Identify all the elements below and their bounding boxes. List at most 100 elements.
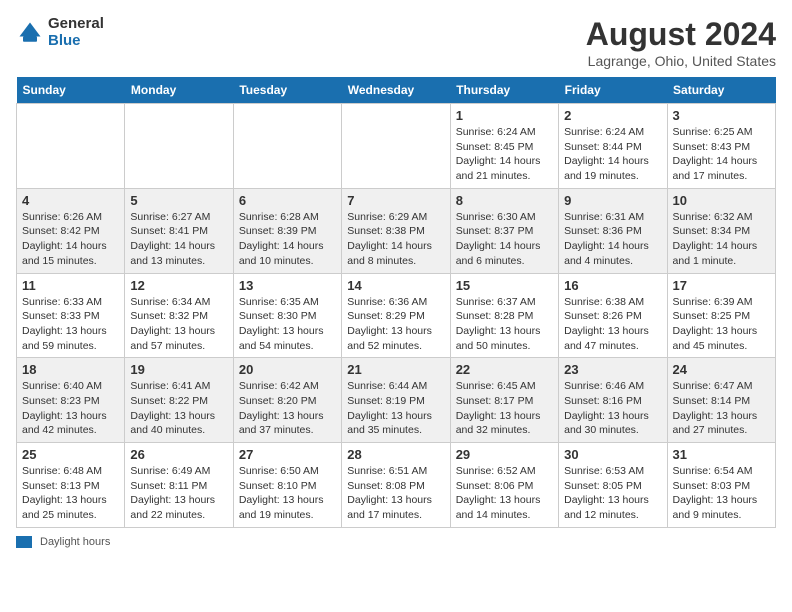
day-info: Sunrise: 6:36 AM Sunset: 8:29 PM Dayligh…	[347, 295, 444, 354]
calendar-table: SundayMondayTuesdayWednesdayThursdayFrid…	[16, 77, 776, 528]
legend: Daylight hours	[16, 536, 776, 548]
subtitle: Lagrange, Ohio, United States	[586, 53, 776, 69]
calendar-cell: 23 Sunrise: 6:46 AM Sunset: 8:16 PM Dayli…	[559, 358, 667, 443]
page-header: General Blue August 2024 Lagrange, Ohio,…	[16, 16, 776, 69]
day-info: Sunrise: 6:52 AM Sunset: 8:06 PM Dayligh…	[456, 464, 553, 523]
day-header-tuesday: Tuesday	[233, 77, 341, 104]
day-number: 21	[347, 362, 444, 377]
day-info: Sunrise: 6:35 AM Sunset: 8:30 PM Dayligh…	[239, 295, 336, 354]
calendar-cell: 9 Sunrise: 6:31 AM Sunset: 8:36 PM Daylig…	[559, 188, 667, 273]
day-info: Sunrise: 6:51 AM Sunset: 8:08 PM Dayligh…	[347, 464, 444, 523]
logo-icon	[16, 19, 44, 47]
day-info: Sunrise: 6:46 AM Sunset: 8:16 PM Dayligh…	[564, 379, 661, 438]
calendar-cell: 25Sunrise: 6:48 AM Sunset: 8:13 PM Dayli…	[17, 443, 125, 528]
calendar-cell: 4 Sunrise: 6:26 AM Sunset: 8:42 PM Daylig…	[17, 188, 125, 273]
calendar-cell: 26 Sunrise: 6:49 AM Sunset: 8:11 PM Dayli…	[125, 443, 233, 528]
day-number: 13	[239, 278, 336, 293]
calendar-week-2: 4 Sunrise: 6:26 AM Sunset: 8:42 PM Daylig…	[17, 188, 776, 273]
calendar-cell	[342, 104, 450, 189]
day-info: Sunrise: 6:25 AM Sunset: 8:43 PM Dayligh…	[673, 125, 770, 184]
day-number: 15	[456, 278, 553, 293]
calendar-cell: 16 Sunrise: 6:38 AM Sunset: 8:26 PM Dayli…	[559, 273, 667, 358]
calendar-cell: 13 Sunrise: 6:35 AM Sunset: 8:30 PM Dayli…	[233, 273, 341, 358]
calendar-cell: 6 Sunrise: 6:28 AM Sunset: 8:39 PM Daylig…	[233, 188, 341, 273]
calendar-cell: 28Sunrise: 6:51 AM Sunset: 8:08 PM Dayli…	[342, 443, 450, 528]
calendar-cell: 7 Sunrise: 6:29 AM Sunset: 8:38 PM Daylig…	[342, 188, 450, 273]
calendar-cell: 19 Sunrise: 6:41 AM Sunset: 8:22 PM Dayli…	[125, 358, 233, 443]
day-number: 18	[22, 362, 119, 377]
day-header-friday: Friday	[559, 77, 667, 104]
day-number: 2	[564, 108, 661, 123]
calendar-week-5: 25Sunrise: 6:48 AM Sunset: 8:13 PM Dayli…	[17, 443, 776, 528]
day-number: 22	[456, 362, 553, 377]
day-info: Sunrise: 6:27 AM Sunset: 8:41 PM Dayligh…	[130, 210, 227, 269]
day-number: 7	[347, 193, 444, 208]
day-info: Sunrise: 6:33 AM Sunset: 8:33 PM Dayligh…	[22, 295, 119, 354]
day-number: 3	[673, 108, 770, 123]
calendar-header-row: SundayMondayTuesdayWednesdayThursdayFrid…	[17, 77, 776, 104]
main-title: August 2024	[586, 16, 776, 53]
day-info: Sunrise: 6:29 AM Sunset: 8:38 PM Dayligh…	[347, 210, 444, 269]
calendar-cell: 8 Sunrise: 6:30 AM Sunset: 8:37 PM Daylig…	[450, 188, 558, 273]
day-number: 20	[239, 362, 336, 377]
day-info: Sunrise: 6:24 AM Sunset: 8:45 PM Dayligh…	[456, 125, 553, 184]
day-info: Sunrise: 6:38 AM Sunset: 8:26 PM Dayligh…	[564, 295, 661, 354]
day-number: 24	[673, 362, 770, 377]
day-number: 4	[22, 193, 119, 208]
day-number: 26	[130, 447, 227, 462]
logo-blue-text: Blue	[48, 33, 104, 50]
day-header-wednesday: Wednesday	[342, 77, 450, 104]
day-info: Sunrise: 6:40 AM Sunset: 8:23 PM Dayligh…	[22, 379, 119, 438]
calendar-cell	[17, 104, 125, 189]
day-header-thursday: Thursday	[450, 77, 558, 104]
day-info: Sunrise: 6:31 AM Sunset: 8:36 PM Dayligh…	[564, 210, 661, 269]
calendar-cell: 31 Sunrise: 6:54 AM Sunset: 8:03 PM Dayli…	[667, 443, 775, 528]
day-info: Sunrise: 6:49 AM Sunset: 8:11 PM Dayligh…	[130, 464, 227, 523]
day-info: Sunrise: 6:48 AM Sunset: 8:13 PM Dayligh…	[22, 464, 119, 523]
calendar-week-3: 11 Sunrise: 6:33 AM Sunset: 8:33 PM Dayli…	[17, 273, 776, 358]
day-number: 17	[673, 278, 770, 293]
day-number: 19	[130, 362, 227, 377]
calendar-cell: 15 Sunrise: 6:37 AM Sunset: 8:28 PM Dayli…	[450, 273, 558, 358]
day-number: 31	[673, 447, 770, 462]
calendar-cell: 11 Sunrise: 6:33 AM Sunset: 8:33 PM Dayli…	[17, 273, 125, 358]
calendar-cell: 3 Sunrise: 6:25 AM Sunset: 8:43 PM Daylig…	[667, 104, 775, 189]
calendar-cell	[233, 104, 341, 189]
calendar-cell: 29Sunrise: 6:52 AM Sunset: 8:06 PM Dayli…	[450, 443, 558, 528]
day-number: 23	[564, 362, 661, 377]
calendar-cell: 22Sunrise: 6:45 AM Sunset: 8:17 PM Dayli…	[450, 358, 558, 443]
calendar-week-1: 1Sunrise: 6:24 AM Sunset: 8:45 PM Daylig…	[17, 104, 776, 189]
title-area: August 2024 Lagrange, Ohio, United State…	[586, 16, 776, 69]
day-info: Sunrise: 6:54 AM Sunset: 8:03 PM Dayligh…	[673, 464, 770, 523]
legend-label: Daylight hours	[40, 536, 110, 548]
day-info: Sunrise: 6:30 AM Sunset: 8:37 PM Dayligh…	[456, 210, 553, 269]
day-number: 30	[564, 447, 661, 462]
day-info: Sunrise: 6:42 AM Sunset: 8:20 PM Dayligh…	[239, 379, 336, 438]
calendar-cell: 30 Sunrise: 6:53 AM Sunset: 8:05 PM Dayli…	[559, 443, 667, 528]
day-info: Sunrise: 6:50 AM Sunset: 8:10 PM Dayligh…	[239, 464, 336, 523]
day-info: Sunrise: 6:37 AM Sunset: 8:28 PM Dayligh…	[456, 295, 553, 354]
day-info: Sunrise: 6:28 AM Sunset: 8:39 PM Dayligh…	[239, 210, 336, 269]
day-header-saturday: Saturday	[667, 77, 775, 104]
day-info: Sunrise: 6:34 AM Sunset: 8:32 PM Dayligh…	[130, 295, 227, 354]
day-number: 10	[673, 193, 770, 208]
day-number: 11	[22, 278, 119, 293]
day-info: Sunrise: 6:53 AM Sunset: 8:05 PM Dayligh…	[564, 464, 661, 523]
day-header-sunday: Sunday	[17, 77, 125, 104]
day-number: 5	[130, 193, 227, 208]
calendar-cell	[125, 104, 233, 189]
legend-color-box	[16, 536, 32, 548]
day-number: 16	[564, 278, 661, 293]
day-header-monday: Monday	[125, 77, 233, 104]
calendar-cell: 1Sunrise: 6:24 AM Sunset: 8:45 PM Daylig…	[450, 104, 558, 189]
day-number: 14	[347, 278, 444, 293]
day-number: 9	[564, 193, 661, 208]
day-info: Sunrise: 6:44 AM Sunset: 8:19 PM Dayligh…	[347, 379, 444, 438]
day-info: Sunrise: 6:26 AM Sunset: 8:42 PM Dayligh…	[22, 210, 119, 269]
logo-general-text: General	[48, 16, 104, 33]
day-number: 8	[456, 193, 553, 208]
day-info: Sunrise: 6:39 AM Sunset: 8:25 PM Dayligh…	[673, 295, 770, 354]
day-number: 6	[239, 193, 336, 208]
calendar-cell: 27Sunrise: 6:50 AM Sunset: 8:10 PM Dayli…	[233, 443, 341, 528]
day-info: Sunrise: 6:41 AM Sunset: 8:22 PM Dayligh…	[130, 379, 227, 438]
